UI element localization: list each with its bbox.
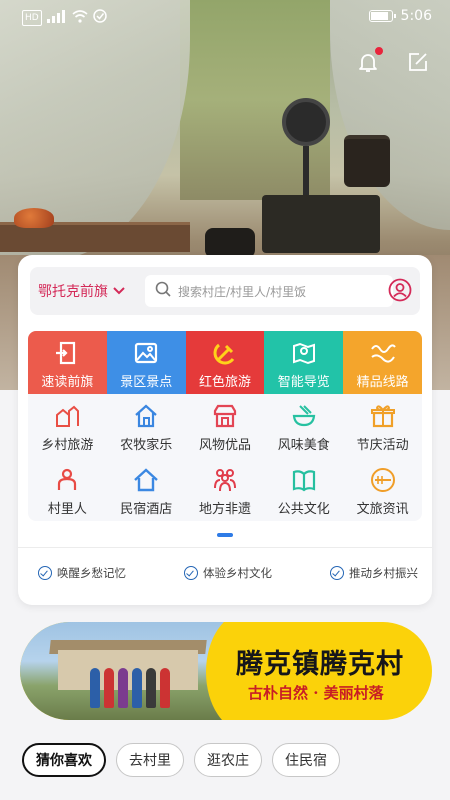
notification-dot: [375, 47, 383, 55]
wifi-icon: [72, 9, 88, 27]
chevron-down-icon: [113, 283, 125, 299]
page-indicator: [217, 533, 233, 537]
region-selector[interactable]: 鄂托克前旗: [38, 281, 125, 301]
grid-item-book[interactable]: 公共文化: [264, 457, 344, 521]
gift-icon: [369, 402, 397, 430]
hd-icon: HD: [22, 10, 42, 26]
grid-item-label: 村里人: [47, 501, 87, 517]
status-bar: HD 5:06: [0, 0, 450, 34]
grid-item-label: 地方非遗: [198, 501, 251, 517]
person-icon: [53, 466, 81, 494]
shop-icon: [211, 402, 239, 430]
banner-photo: [20, 622, 230, 720]
hammer-sickle-icon: [211, 339, 239, 367]
edit-icon[interactable]: [406, 50, 430, 74]
bell-icon[interactable]: [356, 47, 383, 74]
grid-item-label: 文旅资讯: [356, 501, 409, 517]
category-grid: 速读前旗 景区景点 红色旅游 智能导览 精品线路乡村旅游 农牧家乐 风物优品 风味美食 节庆活动…: [28, 331, 422, 521]
search-placeholder: 搜索村庄/村里人/村里饭: [178, 284, 307, 299]
grid-item-route[interactable]: 精品线路: [343, 331, 422, 395]
banner-title: 腾克镇腾克村: [236, 649, 404, 680]
grid-item-label: 智能导览: [277, 375, 330, 390]
map-icon: [290, 339, 318, 367]
grid-item-label: 景区景点: [120, 375, 173, 390]
grid-item-home[interactable]: 民宿酒店: [106, 457, 186, 521]
people-icon: [211, 466, 239, 494]
grid-item-gift[interactable]: 节庆活动: [343, 394, 422, 458]
grid-item-label: 乡村旅游: [41, 438, 94, 454]
bowl-icon: [290, 402, 318, 430]
grid-item-person[interactable]: 村里人: [28, 457, 107, 521]
search-icon: [155, 281, 171, 301]
tab-village[interactable]: 去村里: [116, 743, 184, 777]
clock: 5:06: [400, 8, 432, 24]
grid-item-shop[interactable]: 风物优品: [185, 394, 265, 458]
promo-banner[interactable]: 腾克镇腾克村 古朴自然 · 美丽村落: [20, 622, 432, 720]
grid-item-label: 红色旅游: [198, 375, 251, 390]
divider: [18, 547, 432, 548]
check-icon: [330, 566, 344, 580]
grid-item-hammer-sickle[interactable]: 红色旅游: [185, 331, 265, 395]
grid-item-label: 精品线路: [356, 375, 409, 390]
signal-icon: [46, 9, 67, 27]
grid-item-house[interactable]: 农牧家乐: [106, 394, 186, 458]
grid-item-label: 速读前旗: [41, 375, 94, 390]
grid-item-label: 农牧家乐: [120, 438, 173, 454]
filter-tabs: 猜你喜欢 去村里 逛农庄 住民宿: [22, 743, 340, 777]
village-icon: [53, 402, 81, 430]
grid-item-map[interactable]: 智能导览: [264, 331, 344, 395]
book-icon: [290, 466, 318, 494]
tab-farm[interactable]: 逛农庄: [194, 743, 262, 777]
screen: HD 5:06 鄂托克前旗 搜索村庄/村里人/村里饭 速读前旗 景区景点 红色旅…: [0, 0, 450, 800]
grid-item-bowl[interactable]: 风味美食: [264, 394, 344, 458]
grid-item-label: 风物优品: [198, 438, 251, 454]
grid-item-label: 节庆活动: [356, 438, 409, 454]
grid-item-village[interactable]: 乡村旅游: [28, 394, 107, 458]
tab-homestay[interactable]: 住民宿: [272, 743, 340, 777]
picture-icon: [132, 339, 160, 367]
grid-item-picture[interactable]: 景区景点: [106, 331, 186, 395]
check-icon: [184, 566, 198, 580]
slogan-item: 推动乡村振兴: [330, 565, 418, 581]
slogan-item: 唤醒乡愁记忆: [38, 565, 126, 581]
grid-item-door[interactable]: 速读前旗: [28, 331, 107, 395]
main-card: 鄂托克前旗 搜索村庄/村里人/村里饭 速读前旗 景区景点 红色旅游 智能导览 精品线路乡…: [18, 255, 432, 605]
user-icon[interactable]: [388, 278, 412, 302]
tab-recommend[interactable]: 猜你喜欢: [22, 743, 106, 777]
grid-item-label: 民宿酒店: [120, 501, 173, 517]
route-icon: [369, 339, 397, 367]
header-actions: [356, 47, 430, 74]
banner-subtitle: 古朴自然 · 美丽村落: [248, 684, 384, 702]
slogan-item: 体验乡村文化: [184, 565, 272, 581]
grid-item-label: 风味美食: [277, 438, 330, 454]
check-icon: [38, 566, 52, 580]
grid-item-people[interactable]: 地方非遗: [185, 457, 265, 521]
grid-item-news[interactable]: 文旅资讯: [343, 457, 422, 521]
search-input[interactable]: 搜索村庄/村里人/村里饭: [145, 275, 393, 307]
grid-item-label: 公共文化: [277, 501, 330, 517]
region-label: 鄂托克前旗: [38, 284, 108, 300]
vpn-icon: [92, 9, 107, 27]
search-row: 鄂托克前旗 搜索村庄/村里人/村里饭: [30, 267, 420, 315]
door-icon: [53, 339, 81, 367]
home-icon: [132, 466, 160, 494]
news-icon: [369, 466, 397, 494]
battery-icon: [368, 10, 396, 22]
house-icon: [132, 402, 160, 430]
slogans: 唤醒乡愁记忆 体验乡村文化 推动乡村振兴: [38, 565, 418, 581]
